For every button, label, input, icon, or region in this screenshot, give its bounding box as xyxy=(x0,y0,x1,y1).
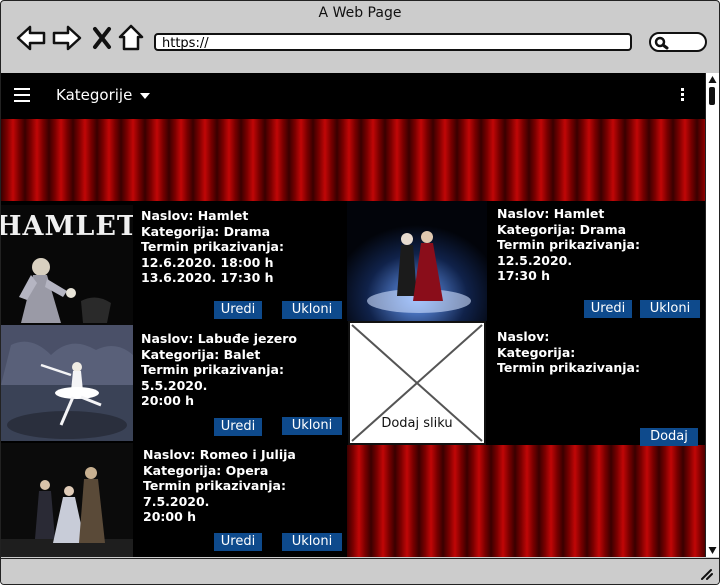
show-poster xyxy=(347,201,487,321)
show-info: Naslov: Labuđe jezero Kategorija: Balet … xyxy=(141,331,346,409)
show-card: Naslov: Hamlet Kategorija: Drama Termin … xyxy=(347,201,705,321)
show-schedule-label: Termin prikazivanja: 12.5.2020. xyxy=(497,237,640,268)
show-schedule-label: Termin prikazivanja: 5.5.2020. xyxy=(141,362,284,393)
url-input[interactable]: https:// xyxy=(154,33,632,51)
new-show-category-label: Kategorija: xyxy=(497,344,576,360)
new-show-info-panel: Naslov: Kategorija: Termin prikazivanja:… xyxy=(489,321,705,446)
show-time: 20:00 h xyxy=(143,509,197,524)
browser-window: A Web Page https:// Kategorije HAMLET Na… xyxy=(0,0,720,585)
curtain-background xyxy=(347,445,705,557)
status-bar xyxy=(1,558,719,584)
window-title: A Web Page xyxy=(318,5,402,21)
scroll-up-arrow-icon[interactable] xyxy=(708,75,717,85)
show-title: Naslov: Romeo i Julija xyxy=(143,447,296,462)
caret-down-icon xyxy=(140,92,151,99)
poster-title-text: HAMLET xyxy=(1,211,133,242)
edit-button[interactable]: Uredi xyxy=(214,418,262,436)
show-title: Naslov: Labuđe jezero xyxy=(141,331,297,346)
show-category: Kategorija: Drama xyxy=(497,221,627,237)
show-card: Naslov: Romeo i Julija Kategorija: Opera… xyxy=(1,443,347,557)
hamburger-menu-icon[interactable] xyxy=(14,88,30,102)
forward-icon[interactable] xyxy=(51,23,83,53)
search-input[interactable] xyxy=(649,32,707,52)
show-poster: HAMLET xyxy=(1,205,133,325)
new-show-schedule-label: Termin prikazivanja: xyxy=(497,360,640,375)
show-card: HAMLET Naslov: Hamlet Kategorija: Drama … xyxy=(1,201,347,325)
back-icon[interactable] xyxy=(15,23,47,53)
edit-button[interactable]: Uredi xyxy=(214,301,262,319)
show-poster xyxy=(1,443,133,557)
show-card: Naslov: Labuđe jezero Kategorija: Balet … xyxy=(1,325,347,443)
app-bar: Kategorije xyxy=(1,73,705,119)
show-poster xyxy=(1,325,133,441)
more-options-icon[interactable] xyxy=(681,88,685,103)
show-schedule-label: Termin prikazivanja: 7.5.2020. xyxy=(143,478,286,509)
curtain-banner xyxy=(1,119,705,201)
search-icon xyxy=(654,36,669,50)
show-time: 20:00 h xyxy=(141,393,195,408)
show-title: Naslov: Hamlet xyxy=(141,208,249,223)
remove-button[interactable]: Ukloni xyxy=(640,300,700,318)
edit-button[interactable]: Uredi xyxy=(584,300,632,318)
remove-button[interactable]: Ukloni xyxy=(282,533,342,551)
remove-button[interactable]: Ukloni xyxy=(282,417,342,435)
show-title: Naslov: Hamlet xyxy=(497,206,605,221)
page-viewport: Kategorije HAMLET Naslov: Hamlet Kategor… xyxy=(1,73,705,557)
resize-grip-icon[interactable] xyxy=(699,568,713,580)
new-show-title-label: Naslov: xyxy=(497,329,550,344)
show-info: Naslov: Romeo i Julija Kategorija: Opera… xyxy=(143,447,343,525)
show-category: Kategorija: Balet xyxy=(141,346,261,362)
show-category: Kategorija: Opera xyxy=(143,462,269,478)
add-image-placeholder[interactable]: Dodaj sliku xyxy=(348,321,486,445)
category-dropdown[interactable]: Kategorije xyxy=(56,86,151,104)
new-show-info: Naslov: Kategorija: Termin prikazivanja: xyxy=(497,329,702,376)
edit-button[interactable]: Uredi xyxy=(214,533,262,551)
show-category: Kategorija: Drama xyxy=(141,223,271,239)
vertical-scrollbar[interactable] xyxy=(705,73,719,557)
show-schedule-label: Termin prikazivanja: xyxy=(141,239,284,254)
close-icon[interactable] xyxy=(91,23,113,53)
show-info: Naslov: Hamlet Kategorija: Drama Termin … xyxy=(497,206,702,284)
remove-button[interactable]: Ukloni xyxy=(282,301,342,319)
home-icon[interactable] xyxy=(117,23,145,53)
show-time: 13.6.2020. 17:30 h xyxy=(141,270,274,285)
add-image-label: Dodaj sliku xyxy=(381,416,453,431)
category-dropdown-label: Kategorije xyxy=(56,86,133,104)
scroll-down-arrow-icon[interactable] xyxy=(708,545,717,555)
show-time: 12.6.2020. 18:00 h xyxy=(141,254,274,270)
show-info: Naslov: Hamlet Kategorija: Drama Termin … xyxy=(141,208,341,286)
new-show-form: Dodaj sliku Naslov: Kategorija: Termin p… xyxy=(347,321,705,446)
scroll-thumb[interactable] xyxy=(709,87,715,105)
show-time: 17:30 h xyxy=(497,268,551,283)
add-button[interactable]: Dodaj xyxy=(640,428,698,446)
